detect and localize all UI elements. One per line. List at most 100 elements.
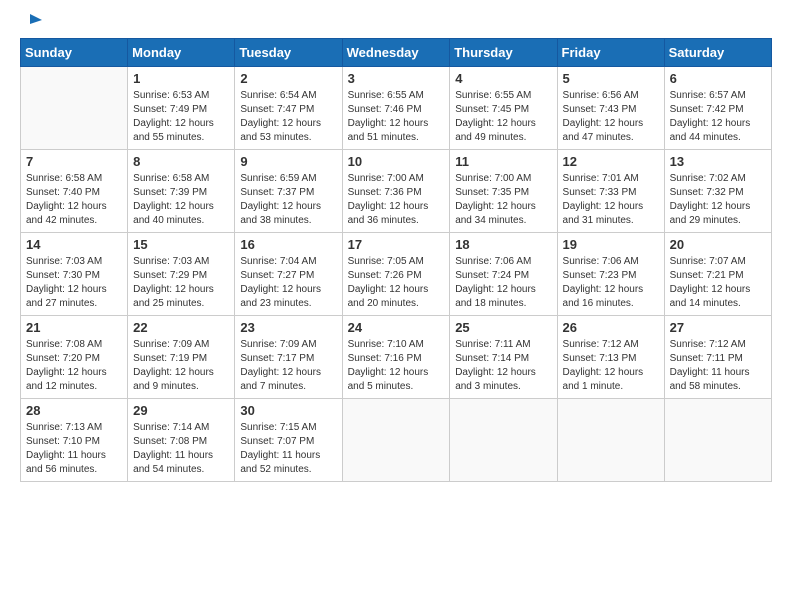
weekday-header-sunday: Sunday (21, 39, 128, 67)
calendar-cell: 18 Sunrise: 7:06 AM Sunset: 7:24 PM Dayli… (450, 233, 557, 316)
weekday-header-tuesday: Tuesday (235, 39, 342, 67)
day-info: Sunrise: 7:05 AM Sunset: 7:26 PM Dayligh… (348, 255, 445, 311)
day-info: Sunrise: 7:11 AM Sunset: 7:14 PM Dayligh… (455, 338, 551, 394)
calendar-cell: 7 Sunrise: 6:58 AM Sunset: 7:40 PM Daylig… (21, 150, 128, 233)
day-info: Sunrise: 6:57 AM Sunset: 7:42 PM Dayligh… (670, 89, 766, 145)
calendar-week-4: 21 Sunrise: 7:08 AM Sunset: 7:20 PM Dayli… (21, 316, 772, 399)
day-info: Sunrise: 7:09 AM Sunset: 7:17 PM Dayligh… (240, 338, 336, 394)
calendar-cell (21, 67, 128, 150)
day-info: Sunrise: 7:04 AM Sunset: 7:27 PM Dayligh… (240, 255, 336, 311)
day-info: Sunrise: 6:54 AM Sunset: 7:47 PM Dayligh… (240, 89, 336, 145)
logo-bird-icon (22, 12, 42, 32)
calendar-cell (450, 399, 557, 482)
day-number: 24 (348, 320, 445, 335)
weekday-header-wednesday: Wednesday (342, 39, 450, 67)
calendar-cell: 20 Sunrise: 7:07 AM Sunset: 7:21 PM Dayli… (664, 233, 771, 316)
calendar-table: SundayMondayTuesdayWednesdayThursdayFrid… (20, 38, 772, 482)
day-info: Sunrise: 7:08 AM Sunset: 7:20 PM Dayligh… (26, 338, 122, 394)
day-info: Sunrise: 7:01 AM Sunset: 7:33 PM Dayligh… (563, 172, 659, 228)
calendar-cell (664, 399, 771, 482)
day-info: Sunrise: 7:00 AM Sunset: 7:35 PM Dayligh… (455, 172, 551, 228)
day-info: Sunrise: 7:13 AM Sunset: 7:10 PM Dayligh… (26, 421, 122, 477)
day-number: 30 (240, 403, 336, 418)
calendar-cell: 22Sunrise: 7:09 AM Sunset: 7:19 PM Dayli… (128, 316, 235, 399)
day-number: 25 (455, 320, 551, 335)
day-info: Sunrise: 6:58 AM Sunset: 7:40 PM Dayligh… (26, 172, 122, 228)
day-number: 21 (26, 320, 122, 335)
calendar-cell (557, 399, 664, 482)
day-info: Sunrise: 6:55 AM Sunset: 7:45 PM Dayligh… (455, 89, 551, 145)
calendar-cell: 5 Sunrise: 6:56 AM Sunset: 7:43 PM Daylig… (557, 67, 664, 150)
day-number: 9 (240, 154, 336, 169)
day-info: Sunrise: 7:12 AM Sunset: 7:11 PM Dayligh… (670, 338, 766, 394)
calendar-cell: 15Sunrise: 7:03 AM Sunset: 7:29 PM Dayli… (128, 233, 235, 316)
logo (20, 20, 42, 28)
day-info: Sunrise: 7:02 AM Sunset: 7:32 PM Dayligh… (670, 172, 766, 228)
calendar-week-3: 14 Sunrise: 7:03 AM Sunset: 7:30 PM Dayli… (21, 233, 772, 316)
day-number: 1 (133, 71, 229, 86)
calendar-cell: 25 Sunrise: 7:11 AM Sunset: 7:14 PM Dayli… (450, 316, 557, 399)
calendar-cell: 30 Sunrise: 7:15 AM Sunset: 7:07 PM Dayli… (235, 399, 342, 482)
day-number: 27 (670, 320, 766, 335)
day-number: 7 (26, 154, 122, 169)
day-number: 13 (670, 154, 766, 169)
calendar-week-2: 7 Sunrise: 6:58 AM Sunset: 7:40 PM Daylig… (21, 150, 772, 233)
day-number: 18 (455, 237, 551, 252)
calendar-cell: 21 Sunrise: 7:08 AM Sunset: 7:20 PM Dayli… (21, 316, 128, 399)
day-number: 12 (563, 154, 659, 169)
day-info: Sunrise: 6:55 AM Sunset: 7:46 PM Dayligh… (348, 89, 445, 145)
day-number: 16 (240, 237, 336, 252)
day-number: 8 (133, 154, 229, 169)
day-info: Sunrise: 7:14 AM Sunset: 7:08 PM Dayligh… (133, 421, 229, 477)
day-info: Sunrise: 7:15 AM Sunset: 7:07 PM Dayligh… (240, 421, 336, 477)
day-number: 15 (133, 237, 229, 252)
calendar-cell: 12 Sunrise: 7:01 AM Sunset: 7:33 PM Dayli… (557, 150, 664, 233)
calendar-cell: 14 Sunrise: 7:03 AM Sunset: 7:30 PM Dayli… (21, 233, 128, 316)
day-number: 22 (133, 320, 229, 335)
day-info: Sunrise: 7:06 AM Sunset: 7:23 PM Dayligh… (563, 255, 659, 311)
calendar-cell: 23 Sunrise: 7:09 AM Sunset: 7:17 PM Dayli… (235, 316, 342, 399)
weekday-header-row: SundayMondayTuesdayWednesdayThursdayFrid… (21, 39, 772, 67)
day-info: Sunrise: 6:58 AM Sunset: 7:39 PM Dayligh… (133, 172, 229, 228)
calendar-cell: 4Sunrise: 6:55 AM Sunset: 7:45 PM Daylig… (450, 67, 557, 150)
day-info: Sunrise: 7:12 AM Sunset: 7:13 PM Dayligh… (563, 338, 659, 394)
weekday-header-thursday: Thursday (450, 39, 557, 67)
calendar-cell: 28Sunrise: 7:13 AM Sunset: 7:10 PM Dayli… (21, 399, 128, 482)
calendar-cell: 26 Sunrise: 7:12 AM Sunset: 7:13 PM Dayli… (557, 316, 664, 399)
calendar-cell: 19Sunrise: 7:06 AM Sunset: 7:23 PM Dayli… (557, 233, 664, 316)
day-number: 14 (26, 237, 122, 252)
day-info: Sunrise: 7:00 AM Sunset: 7:36 PM Dayligh… (348, 172, 445, 228)
calendar-cell: 6Sunrise: 6:57 AM Sunset: 7:42 PM Daylig… (664, 67, 771, 150)
calendar-cell: 8 Sunrise: 6:58 AM Sunset: 7:39 PM Daylig… (128, 150, 235, 233)
calendar-cell: 29 Sunrise: 7:14 AM Sunset: 7:08 PM Dayli… (128, 399, 235, 482)
calendar-cell: 24Sunrise: 7:10 AM Sunset: 7:16 PM Dayli… (342, 316, 450, 399)
calendar-week-1: 1 Sunrise: 6:53 AM Sunset: 7:49 PM Daylig… (21, 67, 772, 150)
day-number: 20 (670, 237, 766, 252)
day-info: Sunrise: 6:59 AM Sunset: 7:37 PM Dayligh… (240, 172, 336, 228)
day-info: Sunrise: 7:03 AM Sunset: 7:30 PM Dayligh… (26, 255, 122, 311)
calendar-cell: 3 Sunrise: 6:55 AM Sunset: 7:46 PM Daylig… (342, 67, 450, 150)
weekday-header-monday: Monday (128, 39, 235, 67)
day-number: 29 (133, 403, 229, 418)
day-number: 5 (563, 71, 659, 86)
day-number: 11 (455, 154, 551, 169)
day-info: Sunrise: 6:56 AM Sunset: 7:43 PM Dayligh… (563, 89, 659, 145)
calendar-cell: 10 Sunrise: 7:00 AM Sunset: 7:36 PM Dayli… (342, 150, 450, 233)
calendar-cell: 2 Sunrise: 6:54 AM Sunset: 7:47 PM Daylig… (235, 67, 342, 150)
day-number: 3 (348, 71, 445, 86)
day-number: 10 (348, 154, 445, 169)
day-number: 17 (348, 237, 445, 252)
day-number: 2 (240, 71, 336, 86)
calendar-cell: 11 Sunrise: 7:00 AM Sunset: 7:35 PM Dayli… (450, 150, 557, 233)
day-number: 23 (240, 320, 336, 335)
day-info: Sunrise: 7:06 AM Sunset: 7:24 PM Dayligh… (455, 255, 551, 311)
day-number: 26 (563, 320, 659, 335)
weekday-header-friday: Friday (557, 39, 664, 67)
weekday-header-saturday: Saturday (664, 39, 771, 67)
calendar-cell (342, 399, 450, 482)
page-header (20, 20, 772, 28)
calendar-week-5: 28Sunrise: 7:13 AM Sunset: 7:10 PM Dayli… (21, 399, 772, 482)
day-info: Sunrise: 6:53 AM Sunset: 7:49 PM Dayligh… (133, 89, 229, 145)
calendar-cell: 27 Sunrise: 7:12 AM Sunset: 7:11 PM Dayli… (664, 316, 771, 399)
day-info: Sunrise: 7:07 AM Sunset: 7:21 PM Dayligh… (670, 255, 766, 311)
